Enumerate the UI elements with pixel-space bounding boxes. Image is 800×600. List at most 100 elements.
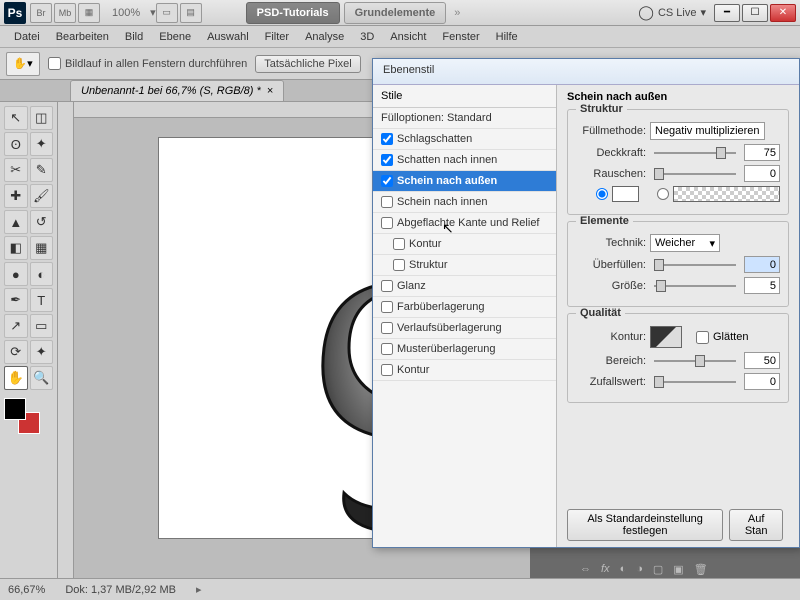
- technik-select[interactable]: Weicher▾: [650, 234, 720, 252]
- menu-hilfe[interactable]: Hilfe: [488, 31, 526, 43]
- workspace-tab-psd[interactable]: PSD-Tutorials: [246, 2, 340, 24]
- uberfullen-input[interactable]: [744, 256, 780, 273]
- minibridge-icon[interactable]: Mb: [54, 3, 76, 23]
- crop-tool[interactable]: ✂: [4, 158, 28, 182]
- dodge-tool[interactable]: ◐: [30, 262, 54, 286]
- heal-tool[interactable]: ✚: [4, 184, 28, 208]
- style-glanz[interactable]: Glanz: [373, 276, 556, 297]
- pen-tool[interactable]: ✒: [4, 288, 28, 312]
- color-well[interactable]: [612, 186, 639, 202]
- 3d-camera-tool[interactable]: ✦: [30, 340, 54, 364]
- rauschen-input[interactable]: [744, 165, 780, 182]
- menu-ebene[interactable]: Ebene: [151, 31, 199, 43]
- zoom-tool[interactable]: 🔍: [30, 366, 54, 390]
- screen-mode-icon[interactable]: ▭: [156, 3, 178, 23]
- 3d-tool[interactable]: ⟳: [4, 340, 28, 364]
- style-bevel[interactable]: Abgeflachte Kante und Relief: [373, 213, 556, 234]
- style-farbuberlagerung[interactable]: Farbüberlagerung: [373, 297, 556, 318]
- mask-icon[interactable]: ◐: [620, 563, 627, 576]
- reset-default-button[interactable]: Auf Stan: [729, 509, 783, 541]
- shape-tool[interactable]: ▭: [30, 314, 54, 338]
- menu-fenster[interactable]: Fenster: [434, 31, 487, 43]
- scroll-all-checkbox[interactable]: Bildlauf in allen Fenstern durchführen: [48, 57, 247, 70]
- maximize-button[interactable]: ☐: [742, 4, 768, 22]
- zufall-input[interactable]: [744, 373, 780, 390]
- style-schein-aussen[interactable]: Schein nach außen: [373, 171, 556, 192]
- style-schatten-innen[interactable]: Schatten nach innen: [373, 150, 556, 171]
- deckkraft-slider[interactable]: [654, 146, 736, 160]
- color-swatches[interactable]: [4, 398, 40, 434]
- style-schein-innen[interactable]: Schein nach innen: [373, 192, 556, 213]
- fg-color-swatch[interactable]: [4, 398, 26, 420]
- move-tool[interactable]: ↖: [4, 106, 28, 130]
- eyedropper-tool[interactable]: ✎: [30, 158, 54, 182]
- bridge-icon[interactable]: Br: [30, 3, 52, 23]
- hand-tool[interactable]: ✋: [4, 366, 28, 390]
- menu-datei[interactable]: Datei: [6, 31, 48, 43]
- lasso-tool[interactable]: ʘ: [4, 132, 28, 156]
- style-kontur[interactable]: Kontur: [373, 360, 556, 381]
- workspace-tab-grund[interactable]: Grundelemente: [344, 2, 447, 24]
- eraser-tool[interactable]: ◧: [4, 236, 28, 260]
- stamp-tool[interactable]: ▲: [4, 210, 28, 234]
- style-schlagschatten[interactable]: Schlagschatten: [373, 129, 556, 150]
- gradient-radio[interactable]: [657, 188, 669, 200]
- group-icon[interactable]: ▢: [653, 563, 663, 576]
- menu-analyse[interactable]: Analyse: [297, 31, 352, 43]
- new-layer-icon[interactable]: ▣: [673, 563, 683, 576]
- brush-tool[interactable]: 🖌: [30, 184, 54, 208]
- bereich-input[interactable]: [744, 352, 780, 369]
- more-workspaces-icon[interactable]: »: [448, 7, 466, 19]
- marquee-tool[interactable]: ◫: [30, 106, 54, 130]
- gradient-tool[interactable]: ▦: [30, 236, 54, 260]
- style-musteruberlagerung[interactable]: Musterüberlagerung: [373, 339, 556, 360]
- view-extras-icon[interactable]: ▤: [180, 3, 202, 23]
- menu-bild[interactable]: Bild: [117, 31, 151, 43]
- deckkraft-input[interactable]: [744, 144, 780, 161]
- document-tab[interactable]: Unbenannt-1 bei 66,7% (S, RGB/8) *×: [70, 80, 284, 101]
- zufall-slider[interactable]: [654, 375, 736, 389]
- status-doc: Dok: 1,37 MB/2,92 MB: [65, 584, 176, 596]
- kontur-picker[interactable]: [650, 326, 682, 348]
- delete-layer-icon[interactable]: 🗑: [694, 563, 708, 576]
- color-radio[interactable]: [596, 188, 608, 200]
- close-button[interactable]: ✕: [770, 4, 796, 22]
- minimize-button[interactable]: ━: [714, 4, 740, 22]
- style-kontur-bevel[interactable]: Kontur: [373, 234, 556, 255]
- blend-options-row[interactable]: Fülloptionen: Standard: [373, 108, 556, 129]
- uberfullen-slider[interactable]: [654, 258, 736, 272]
- zoom-level[interactable]: 100%: [102, 7, 150, 19]
- wand-tool[interactable]: ✦: [30, 132, 54, 156]
- status-zoom[interactable]: 66,67%: [8, 584, 45, 596]
- adjustment-icon[interactable]: ◑: [636, 563, 643, 576]
- status-bar: 66,67% Dok: 1,37 MB/2,92 MB ▸: [0, 578, 800, 600]
- path-select-tool[interactable]: ↗: [4, 314, 28, 338]
- menu-filter[interactable]: Filter: [257, 31, 297, 43]
- link-layers-icon[interactable]: ⇔: [580, 563, 591, 576]
- arrange-icon[interactable]: ▦: [78, 3, 100, 23]
- menu-ansicht[interactable]: Ansicht: [382, 31, 434, 43]
- style-verlaufuberlagerung[interactable]: Verlaufsüberlagerung: [373, 318, 556, 339]
- styles-header[interactable]: Stile: [373, 85, 556, 108]
- make-default-button[interactable]: Als Standardeinstellung festlegen: [567, 509, 723, 541]
- glatten-checkbox[interactable]: [696, 331, 709, 344]
- grosse-slider[interactable]: [654, 279, 736, 293]
- rauschen-slider[interactable]: [654, 167, 736, 181]
- bereich-slider[interactable]: [654, 354, 736, 368]
- close-tab-icon[interactable]: ×: [267, 85, 273, 97]
- actual-pixels-button[interactable]: Tatsächliche Pixel: [255, 55, 360, 73]
- blur-tool[interactable]: ●: [4, 262, 28, 286]
- fx-icon[interactable]: fx: [601, 563, 610, 576]
- history-brush-tool[interactable]: ↺: [30, 210, 54, 234]
- type-tool[interactable]: T: [30, 288, 54, 312]
- menu-3d[interactable]: 3D: [352, 31, 382, 43]
- gradient-well[interactable]: [673, 186, 780, 202]
- cslive-button[interactable]: ◯CS Live ▾: [630, 4, 714, 21]
- style-struktur-bevel[interactable]: Struktur: [373, 255, 556, 276]
- kontur-label: Kontur:: [576, 331, 646, 343]
- menu-auswahl[interactable]: Auswahl: [199, 31, 257, 43]
- grosse-input[interactable]: [744, 277, 780, 294]
- fullmethode-select[interactable]: Negativ multiplizieren: [650, 122, 765, 140]
- menu-bearbeiten[interactable]: Bearbeiten: [48, 31, 117, 43]
- tool-preset-picker[interactable]: ✋▾: [6, 52, 40, 76]
